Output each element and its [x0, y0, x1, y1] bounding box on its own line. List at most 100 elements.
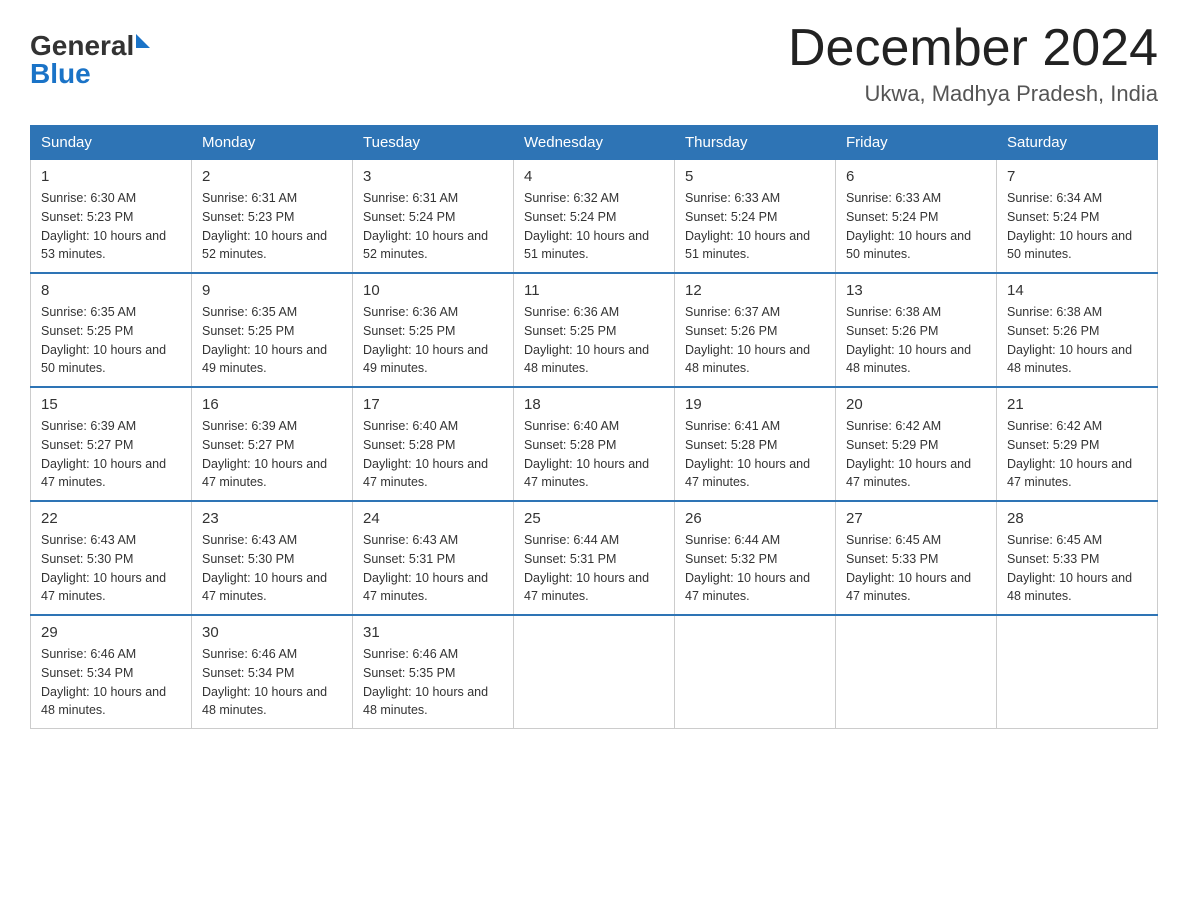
day-info: Sunrise: 6:45 AMSunset: 5:33 PMDaylight:… [846, 531, 986, 606]
day-number: 20 [846, 396, 986, 413]
calendar-cell: 7Sunrise: 6:34 AMSunset: 5:24 PMDaylight… [997, 160, 1158, 274]
day-info: Sunrise: 6:42 AMSunset: 5:29 PMDaylight:… [846, 417, 986, 492]
day-info: Sunrise: 6:32 AMSunset: 5:24 PMDaylight:… [524, 189, 664, 264]
day-info: Sunrise: 6:43 AMSunset: 5:30 PMDaylight:… [202, 531, 342, 606]
day-info: Sunrise: 6:33 AMSunset: 5:24 PMDaylight:… [846, 189, 986, 264]
day-info: Sunrise: 6:33 AMSunset: 5:24 PMDaylight:… [685, 189, 825, 264]
month-title: December 2024 [788, 20, 1158, 77]
calendar-cell: 12 Sunrise: 6:37 AMSunset: 5:26 PMDayligh… [675, 273, 836, 387]
calendar-week-row: 1Sunrise: 6:30 AMSunset: 5:23 PMDaylight… [31, 160, 1158, 274]
day-number: 15 [41, 396, 181, 413]
calendar-cell: 19 Sunrise: 6:41 AMSunset: 5:28 PMDayligh… [675, 387, 836, 501]
day-number: 5 [685, 168, 825, 185]
day-info: Sunrise: 6:45 AMSunset: 5:33 PMDaylight:… [1007, 531, 1147, 606]
day-info: Sunrise: 6:36 AMSunset: 5:25 PMDaylight:… [524, 303, 664, 378]
day-number: 19 [685, 396, 825, 413]
day-number: 25 [524, 510, 664, 527]
day-info: Sunrise: 6:46 AMSunset: 5:34 PMDaylight:… [41, 645, 181, 720]
col-header-wednesday: Wednesday [514, 126, 675, 160]
calendar-cell: 8 Sunrise: 6:35 AMSunset: 5:25 PMDaylight… [31, 273, 192, 387]
calendar-cell: 24Sunrise: 6:43 AMSunset: 5:31 PMDayligh… [353, 501, 514, 615]
day-number: 8 [41, 282, 181, 299]
title-area: December 2024 Ukwa, Madhya Pradesh, Indi… [788, 20, 1158, 107]
day-number: 29 [41, 624, 181, 641]
day-info: Sunrise: 6:42 AMSunset: 5:29 PMDaylight:… [1007, 417, 1147, 492]
day-info: Sunrise: 6:41 AMSunset: 5:28 PMDaylight:… [685, 417, 825, 492]
col-header-friday: Friday [836, 126, 997, 160]
calendar-cell: 27Sunrise: 6:45 AMSunset: 5:33 PMDayligh… [836, 501, 997, 615]
day-number: 13 [846, 282, 986, 299]
day-info: Sunrise: 6:44 AMSunset: 5:31 PMDaylight:… [524, 531, 664, 606]
day-number: 12 [685, 282, 825, 299]
logo: General Blue [30, 30, 150, 90]
calendar-cell [836, 615, 997, 729]
col-header-tuesday: Tuesday [353, 126, 514, 160]
day-info: Sunrise: 6:43 AMSunset: 5:31 PMDaylight:… [363, 531, 503, 606]
calendar-cell: 2 Sunrise: 6:31 AMSunset: 5:23 PMDaylight… [192, 160, 353, 274]
day-info: Sunrise: 6:35 AMSunset: 5:25 PMDaylight:… [41, 303, 181, 378]
day-number: 22 [41, 510, 181, 527]
day-info: Sunrise: 6:35 AMSunset: 5:25 PMDaylight:… [202, 303, 342, 378]
day-number: 23 [202, 510, 342, 527]
calendar-cell: 1Sunrise: 6:30 AMSunset: 5:23 PMDaylight… [31, 160, 192, 274]
day-info: Sunrise: 6:36 AMSunset: 5:25 PMDaylight:… [363, 303, 503, 378]
calendar-cell: 11Sunrise: 6:36 AMSunset: 5:25 PMDayligh… [514, 273, 675, 387]
calendar-cell: 3 Sunrise: 6:31 AMSunset: 5:24 PMDaylight… [353, 160, 514, 274]
calendar-cell: 17 Sunrise: 6:40 AMSunset: 5:28 PMDayligh… [353, 387, 514, 501]
calendar-cell: 22Sunrise: 6:43 AMSunset: 5:30 PMDayligh… [31, 501, 192, 615]
day-number: 18 [524, 396, 664, 413]
calendar-header-row: SundayMondayTuesdayWednesdayThursdayFrid… [31, 126, 1158, 160]
calendar-cell: 13 Sunrise: 6:38 AMSunset: 5:26 PMDayligh… [836, 273, 997, 387]
day-info: Sunrise: 6:46 AMSunset: 5:34 PMDaylight:… [202, 645, 342, 720]
day-info: Sunrise: 6:46 AMSunset: 5:35 PMDaylight:… [363, 645, 503, 720]
day-info: Sunrise: 6:38 AMSunset: 5:26 PMDaylight:… [846, 303, 986, 378]
logo-blue-text: Blue [30, 58, 91, 90]
day-info: Sunrise: 6:31 AMSunset: 5:23 PMDaylight:… [202, 189, 342, 264]
calendar-week-row: 8 Sunrise: 6:35 AMSunset: 5:25 PMDaylight… [31, 273, 1158, 387]
col-header-saturday: Saturday [997, 126, 1158, 160]
day-info: Sunrise: 6:40 AMSunset: 5:28 PMDaylight:… [363, 417, 503, 492]
calendar-cell: 18 Sunrise: 6:40 AMSunset: 5:28 PMDayligh… [514, 387, 675, 501]
calendar-cell: 30 Sunrise: 6:46 AMSunset: 5:34 PMDayligh… [192, 615, 353, 729]
calendar-cell: 9 Sunrise: 6:35 AMSunset: 5:25 PMDaylight… [192, 273, 353, 387]
location-title: Ukwa, Madhya Pradesh, India [788, 81, 1158, 107]
calendar-week-row: 29 Sunrise: 6:46 AMSunset: 5:34 PMDayligh… [31, 615, 1158, 729]
day-number: 3 [363, 168, 503, 185]
calendar-cell: 28 Sunrise: 6:45 AMSunset: 5:33 PMDayligh… [997, 501, 1158, 615]
calendar-cell: 14Sunrise: 6:38 AMSunset: 5:26 PMDayligh… [997, 273, 1158, 387]
day-info: Sunrise: 6:34 AMSunset: 5:24 PMDaylight:… [1007, 189, 1147, 264]
day-number: 31 [363, 624, 503, 641]
calendar-week-row: 15 Sunrise: 6:39 AMSunset: 5:27 PMDayligh… [31, 387, 1158, 501]
day-info: Sunrise: 6:37 AMSunset: 5:26 PMDaylight:… [685, 303, 825, 378]
day-number: 28 [1007, 510, 1147, 527]
day-info: Sunrise: 6:31 AMSunset: 5:24 PMDaylight:… [363, 189, 503, 264]
calendar-cell: 6Sunrise: 6:33 AMSunset: 5:24 PMDaylight… [836, 160, 997, 274]
day-info: Sunrise: 6:40 AMSunset: 5:28 PMDaylight:… [524, 417, 664, 492]
day-info: Sunrise: 6:39 AMSunset: 5:27 PMDaylight:… [202, 417, 342, 492]
day-info: Sunrise: 6:44 AMSunset: 5:32 PMDaylight:… [685, 531, 825, 606]
day-info: Sunrise: 6:30 AMSunset: 5:23 PMDaylight:… [41, 189, 181, 264]
day-number: 10 [363, 282, 503, 299]
calendar-cell [514, 615, 675, 729]
calendar-cell: 26 Sunrise: 6:44 AMSunset: 5:32 PMDayligh… [675, 501, 836, 615]
calendar-cell: 20 Sunrise: 6:42 AMSunset: 5:29 PMDayligh… [836, 387, 997, 501]
day-number: 2 [202, 168, 342, 185]
calendar-cell: 31 Sunrise: 6:46 AMSunset: 5:35 PMDayligh… [353, 615, 514, 729]
calendar-table: SundayMondayTuesdayWednesdayThursdayFrid… [30, 125, 1158, 729]
day-number: 30 [202, 624, 342, 641]
logo-triangle-icon [136, 34, 150, 48]
page-header: General Blue December 2024 Ukwa, Madhya … [30, 20, 1158, 107]
day-number: 9 [202, 282, 342, 299]
day-number: 26 [685, 510, 825, 527]
calendar-cell: 16 Sunrise: 6:39 AMSunset: 5:27 PMDayligh… [192, 387, 353, 501]
calendar-cell: 23 Sunrise: 6:43 AMSunset: 5:30 PMDayligh… [192, 501, 353, 615]
day-number: 17 [363, 396, 503, 413]
calendar-cell: 15Sunrise: 6:39 AMSunset: 5:27 PMDayligh… [31, 387, 192, 501]
col-header-sunday: Sunday [31, 126, 192, 160]
day-number: 16 [202, 396, 342, 413]
day-info: Sunrise: 6:38 AMSunset: 5:26 PMDaylight:… [1007, 303, 1147, 378]
day-number: 21 [1007, 396, 1147, 413]
col-header-thursday: Thursday [675, 126, 836, 160]
calendar-cell: 25 Sunrise: 6:44 AMSunset: 5:31 PMDayligh… [514, 501, 675, 615]
calendar-cell [675, 615, 836, 729]
